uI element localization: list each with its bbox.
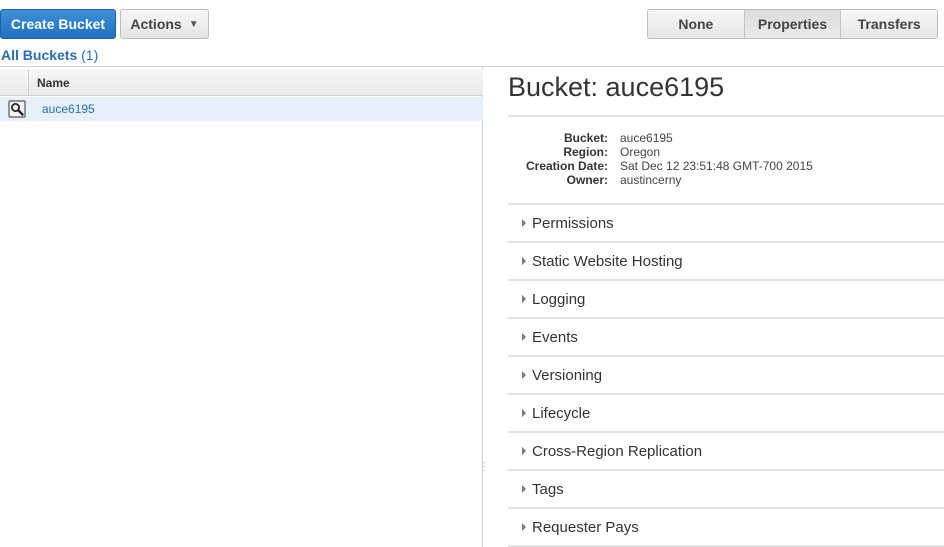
info-value: Sat Dec 12 23:51:48 GMT-700 2015 — [620, 159, 813, 173]
expand-triangle-icon — [522, 219, 526, 227]
properties-pane: Bucket: auce6195 Bucket: auce6195 Region… — [484, 67, 944, 547]
section-label[interactable]: Cross-Region Replication — [532, 443, 702, 460]
magnifier-icon[interactable] — [8, 100, 26, 118]
expand-triangle-icon — [522, 333, 526, 341]
all-buckets-breadcrumb[interactable]: All Buckets (1) — [1, 47, 98, 63]
bucket-count: (1) — [81, 47, 99, 63]
info-value: Oregon — [620, 145, 661, 159]
selection-column-header — [0, 69, 29, 96]
section-logging[interactable]: Logging — [508, 281, 944, 319]
section-permissions[interactable]: Permissions — [508, 205, 944, 243]
transfers-view-button[interactable]: Transfers — [841, 10, 937, 38]
expand-triangle-icon — [522, 295, 526, 303]
section-label[interactable]: Tags — [532, 481, 564, 498]
info-row-owner: Owner: austincerny — [508, 173, 944, 187]
info-key: Region: — [563, 145, 608, 159]
bucket-table-header: Name — [0, 69, 483, 96]
info-value: austincerny — [620, 173, 682, 187]
bucket-name-link[interactable]: auce6195 — [42, 102, 95, 116]
section-label[interactable]: Permissions — [532, 215, 614, 232]
all-buckets-label[interactable]: All Buckets — [1, 47, 77, 63]
expand-triangle-icon — [522, 371, 526, 379]
section-events[interactable]: Events — [508, 319, 944, 357]
info-row-region: Region: Oregon — [508, 145, 944, 159]
info-key: Bucket: — [563, 131, 608, 145]
info-row-bucket: Bucket: auce6195 — [508, 131, 944, 145]
expand-triangle-icon — [522, 447, 526, 455]
bucket-info-box: Bucket: auce6195 Region: Oregon Creation… — [508, 115, 944, 205]
section-label[interactable]: Requester Pays — [532, 519, 639, 536]
actions-dropdown-button[interactable]: Actions ▼ — [120, 9, 209, 39]
page-title: Bucket: auce6195 — [508, 72, 725, 102]
table-row[interactable]: auce6195 — [0, 97, 483, 121]
info-key: Creation Date: — [525, 159, 608, 173]
expand-triangle-icon — [522, 409, 526, 417]
section-requester-pays[interactable]: Requester Pays — [508, 509, 944, 547]
chevron-down-icon: ▼ — [188, 18, 199, 30]
info-row-creation-date: Creation Date: Sat Dec 12 23:51:48 GMT-7… — [508, 159, 944, 173]
create-bucket-button[interactable]: Create Bucket — [0, 9, 116, 39]
section-cross-region-replication[interactable]: Cross-Region Replication — [508, 433, 944, 471]
section-label[interactable]: Lifecycle — [532, 405, 590, 422]
properties-view-button[interactable]: Properties — [744, 10, 842, 38]
section-lifecycle[interactable]: Lifecycle — [508, 395, 944, 433]
section-label[interactable]: Versioning — [532, 367, 602, 384]
section-versioning[interactable]: Versioning — [508, 357, 944, 395]
view-mode-toggle: None Properties Transfers — [647, 9, 938, 39]
section-static-website-hosting[interactable]: Static Website Hosting — [508, 243, 944, 281]
info-value: auce6195 — [620, 131, 673, 145]
name-column-header[interactable]: Name — [37, 76, 70, 90]
section-label[interactable]: Events — [532, 329, 578, 346]
none-view-button[interactable]: None — [648, 10, 745, 38]
expand-triangle-icon — [522, 523, 526, 531]
section-label[interactable]: Logging — [532, 291, 585, 308]
bucket-list-pane: Name auce6195 · · · — [0, 67, 486, 547]
expand-triangle-icon — [522, 485, 526, 493]
info-key: Owner: — [566, 173, 608, 187]
actions-label: Actions — [130, 16, 182, 32]
section-label[interactable]: Static Website Hosting — [532, 253, 683, 270]
section-tags[interactable]: Tags — [508, 471, 944, 509]
expand-triangle-icon — [522, 257, 526, 265]
